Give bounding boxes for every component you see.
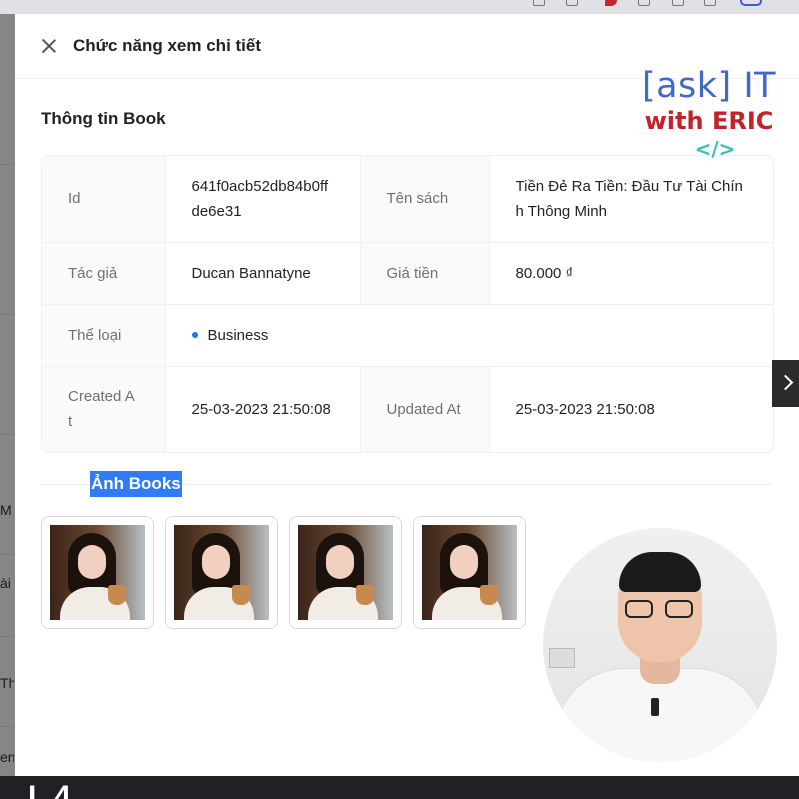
close-icon[interactable]	[39, 36, 59, 56]
chevron-right-icon[interactable]	[772, 360, 799, 407]
puzzle-icon[interactable]	[672, 0, 684, 6]
updated-at-label: Updated At	[359, 365, 490, 452]
images-divider-title: Ảnh Books	[90, 471, 182, 497]
taskbar: L 4	[0, 776, 799, 799]
author-label: Tác giả	[42, 241, 166, 305]
book-thumbnail[interactable]	[289, 516, 402, 629]
book-image-icon	[174, 525, 269, 620]
created-at-value: 25-03-2023 21:50:08	[164, 365, 361, 452]
browser-toolbar	[0, 0, 799, 14]
title-label: Tên sách	[359, 156, 490, 243]
section-title: Thông tin Book	[41, 109, 166, 128]
watermark-line1: [ask] IT	[641, 66, 777, 106]
status-dot-icon	[191, 331, 198, 338]
webcam-overlay	[543, 528, 777, 762]
presenter-hair	[619, 552, 701, 592]
divider	[41, 484, 89, 485]
title-value: Tiền Đẻ Ra Tiền: Đầu Tư Tài Chính Thông …	[488, 156, 773, 243]
updated-at-value: 25-03-2023 21:50:08	[488, 365, 773, 452]
book-thumbnail[interactable]	[413, 516, 526, 629]
star-icon[interactable]	[566, 0, 578, 6]
wall-socket	[549, 648, 575, 668]
category-label: Thể loại	[42, 303, 166, 367]
taskbar-text: L 4	[28, 780, 71, 799]
book-image-icon	[422, 525, 517, 620]
category-text: Business	[207, 326, 269, 344]
price-label: Giá tiền	[359, 241, 490, 305]
profile-icon[interactable]	[740, 0, 762, 6]
book-thumbnail[interactable]	[41, 516, 154, 629]
id-label: Id	[42, 156, 166, 243]
glasses-icon	[625, 600, 695, 620]
sidebar-icon[interactable]	[704, 0, 716, 6]
author-value: Ducan Bannatyne	[164, 241, 361, 305]
book-thumbnail[interactable]	[165, 516, 278, 629]
book-descriptions: Id 641f0acb52db84b0ffde6e31 Tên sách Tiề…	[41, 155, 774, 453]
window-icon[interactable]	[533, 0, 545, 6]
price-value: 80.000 ₫	[488, 241, 773, 305]
watermark-logo: [ask] IT with ERIC </>	[639, 66, 779, 162]
drawer-title: Chức năng xem chi tiết	[73, 36, 262, 55]
book-image-icon	[50, 525, 145, 620]
book-image-icon	[298, 525, 393, 620]
extension-icon[interactable]	[605, 0, 617, 6]
microphone-icon	[651, 698, 659, 716]
watermark-line2: with ERIC	[644, 107, 774, 135]
extension-icon[interactable]	[638, 0, 650, 6]
created-at-label: Created At	[42, 365, 166, 452]
id-value: 641f0acb52db84b0ffde6e31	[164, 156, 361, 243]
category-value: Business	[164, 303, 773, 367]
divider	[179, 484, 772, 485]
watermark-code-icon: </>	[694, 137, 736, 161]
